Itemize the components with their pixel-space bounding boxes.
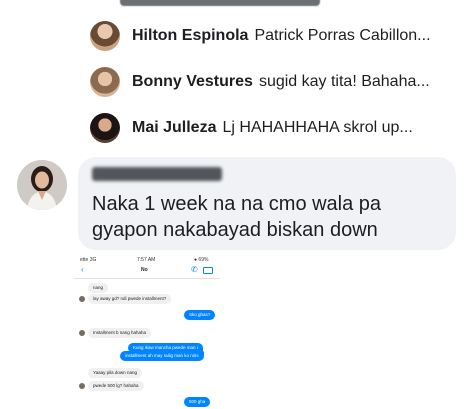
- chat-message-incoming: pwede 500 lg? hahaha: [88, 381, 144, 391]
- contact-avatar-icon: [79, 383, 85, 389]
- phone-call-icon: ✆: [191, 265, 198, 274]
- cut-off-text: [120, 0, 320, 6]
- profile-photo-icon: [17, 160, 67, 210]
- commenter-name-redacted: [92, 167, 222, 181]
- chat-message-outgoing: Sko ghas?: [184, 310, 216, 320]
- reply-preview: Lj HAHAHHAHA skrol up...: [222, 119, 413, 136]
- reply-text: Hilton Espinola Patrick Porras Cabillon..…: [132, 27, 431, 45]
- reply-preview: Patrick Porras Cabillon...: [254, 27, 431, 44]
- avatar[interactable]: [90, 21, 120, 51]
- chat-contact-name: No: [141, 267, 148, 273]
- chat-message-incoming: Installment b nang hahaha: [88, 328, 152, 338]
- attached-chat-screenshot[interactable]: ette 3G 7:57 AM ● 69% ‹ No ✆ nang lay aw…: [74, 255, 220, 409]
- contact-avatar-icon: [79, 330, 85, 336]
- reply-row-hilton[interactable]: Hilton Espinola Patrick Porras Cabillon..…: [90, 17, 467, 55]
- chat-message-incoming: lay away gd? ndi pwede installment?: [88, 294, 172, 304]
- avatar[interactable]: [90, 113, 120, 143]
- status-time: 7:57 AM: [137, 257, 156, 263]
- chat-message-outgoing: 500 gha: [184, 397, 211, 407]
- reply-preview: sugid kay tita! Bahaha...: [258, 73, 430, 90]
- reply-text: Bonny Vestures sugid kay tita! Bahaha...: [132, 73, 430, 91]
- reply-author[interactable]: Mai Julleza: [132, 119, 216, 136]
- phone-status-bar: ette 3G 7:57 AM ● 69%: [74, 255, 220, 264]
- chat-message-incoming: Yaaay pila down nang: [88, 368, 142, 378]
- contact-avatar-icon: [79, 296, 85, 302]
- chat-header: ‹ No ✆: [74, 264, 220, 279]
- facebook-comments-screenshot: Hilton Espinola Patrick Porras Cabillon..…: [0, 0, 467, 409]
- reply-author[interactable]: Hilton Espinola: [132, 27, 248, 44]
- reply-row-bonny[interactable]: Bonny Vestures sugid kay tita! Bahaha...: [90, 63, 467, 101]
- chat-message-outgoing: installment ah may sulig man ko nimi: [120, 351, 204, 361]
- video-call-icon: [203, 267, 213, 274]
- battery-status: ● 69%: [194, 257, 209, 263]
- reply-text: Mai Julleza Lj HAHAHHAHA skrol up...: [132, 119, 413, 137]
- chat-message-incoming: nang: [88, 283, 109, 293]
- comment-bubble: Naka 1 week na na cmo wala pa gyapon nak…: [78, 157, 456, 250]
- reply-author[interactable]: Bonny Vestures: [132, 73, 253, 90]
- carrier-signal: ette 3G: [80, 257, 97, 263]
- back-arrow-icon: ‹: [81, 265, 84, 274]
- reply-row-mai[interactable]: Mai Julleza Lj HAHAHHAHA skrol up...: [90, 109, 467, 147]
- avatar[interactable]: [90, 67, 120, 97]
- comment-text: Naka 1 week na na cmo wala pa gyapon nak…: [92, 193, 382, 241]
- commenter-avatar[interactable]: [17, 160, 67, 210]
